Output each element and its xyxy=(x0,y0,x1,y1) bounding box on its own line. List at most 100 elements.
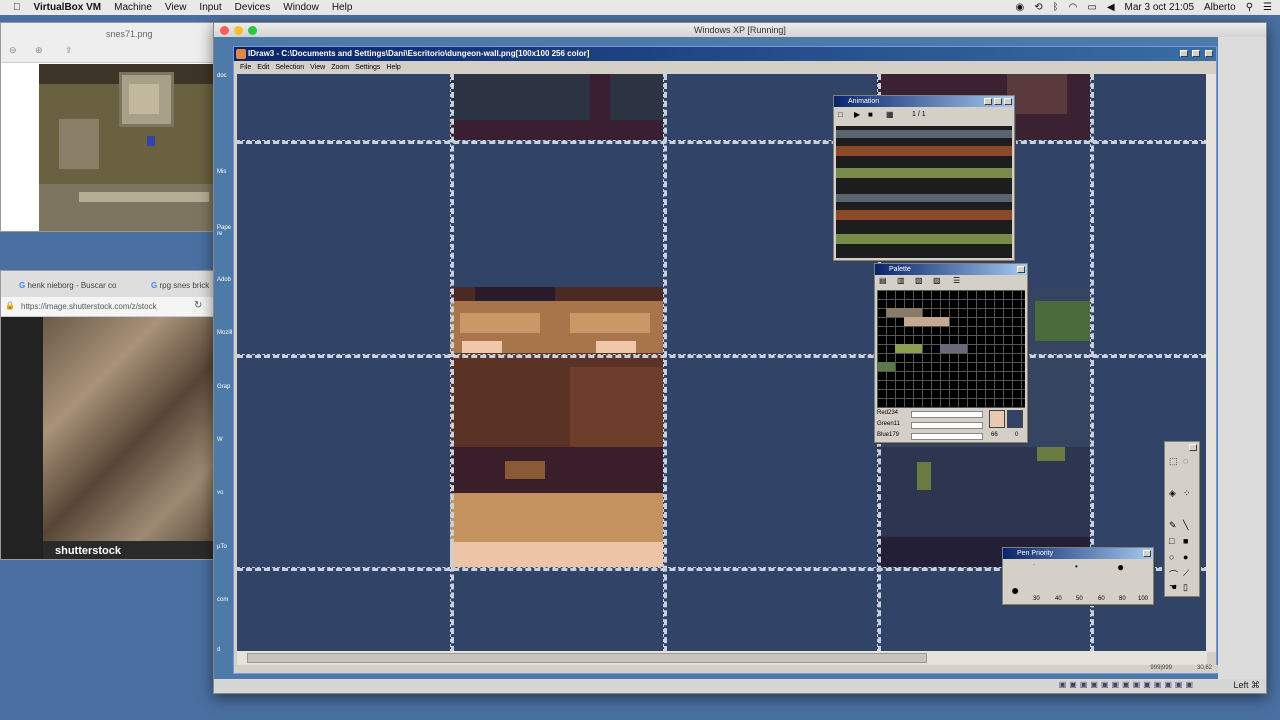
pause-icon[interactable]: ■ xyxy=(868,110,873,119)
menu-help[interactable]: Help xyxy=(332,2,353,13)
desktop-icon[interactable]: doc xyxy=(217,73,227,79)
blue-slider[interactable] xyxy=(911,433,983,440)
select-tool-icon[interactable]: ⬚ xyxy=(1169,456,1178,467)
preview-window[interactable]: snes71.png ⊖ ⊕ ⇪ xyxy=(0,22,214,232)
menu-input[interactable]: Input xyxy=(199,2,221,13)
palette-grid[interactable] xyxy=(877,290,1025,408)
idraw-window[interactable]: IDraw3 - C:\Documents and Settings\Dani\… xyxy=(233,46,1218,674)
lasso-tool-icon[interactable]: ◌ xyxy=(1183,456,1188,466)
pencil-tool-icon[interactable]: ✎ xyxy=(1169,520,1177,531)
menu-help[interactable]: Help xyxy=(386,64,400,71)
fill-tool-icon[interactable]: ◈ xyxy=(1169,488,1176,499)
search-icon[interactable]: ⚲ xyxy=(1246,2,1253,13)
wifi-icon[interactable]: ◠ xyxy=(1069,2,1078,13)
bg-color-swatch[interactable] xyxy=(1007,410,1023,428)
list-icon[interactable]: ☰ xyxy=(953,276,960,285)
zoom-icon[interactable] xyxy=(248,26,257,35)
volume-icon[interactable]: ◀ xyxy=(1107,2,1115,13)
close-icon[interactable] xyxy=(1143,550,1151,557)
user-name[interactable]: Alberto xyxy=(1204,2,1236,13)
pen-size-2[interactable]: • xyxy=(1075,562,1078,571)
clock[interactable]: Mar 3 oct 21:05 xyxy=(1125,2,1194,13)
palette-tool-icon[interactable]: ▨ xyxy=(933,276,941,285)
airplay-icon[interactable]: ▭ xyxy=(1087,2,1096,13)
rect-tool-icon[interactable]: □ xyxy=(1169,536,1174,546)
virtualbox-window[interactable]: Windows XP [Running] doc Mis Pape re Ado… xyxy=(213,22,1267,694)
record-icon[interactable]: ◉ xyxy=(1016,2,1025,13)
desktop-icon[interactable]: Mozill xyxy=(217,330,232,336)
pen-size-label: 100 xyxy=(1138,596,1149,602)
curve-tool-icon[interactable]: ⌒ xyxy=(1169,568,1178,581)
pen-size-big[interactable]: ● xyxy=(1011,582,1019,598)
maximize-icon[interactable] xyxy=(994,98,1002,105)
stop-icon[interactable]: □ xyxy=(838,110,843,119)
menu-file[interactable]: File xyxy=(240,64,251,71)
menu-settings[interactable]: Settings xyxy=(355,64,380,71)
scroll-thumb[interactable] xyxy=(247,653,927,663)
palette-tool-icon[interactable]: ▧ xyxy=(915,276,923,285)
red-slider[interactable] xyxy=(911,411,983,418)
palette-tool-icon[interactable]: ▤ xyxy=(879,276,887,285)
desktop-icon[interactable]: d xyxy=(217,647,220,653)
menu-edit[interactable]: Edit xyxy=(257,64,269,71)
browser-window[interactable]: G henk nieborg - Buscar co G rpg snes br… xyxy=(0,270,214,560)
desktop-icon[interactable]: µTo xyxy=(217,544,227,550)
menu-selection[interactable]: Selection xyxy=(275,64,304,71)
menu-zoom[interactable]: Zoom xyxy=(331,64,349,71)
desktop-icon[interactable]: Grap xyxy=(217,384,230,390)
line-tool-icon[interactable]: ╲ xyxy=(1183,520,1188,531)
list-icon[interactable]: ☰ xyxy=(1263,2,1272,13)
hand-tool-icon[interactable]: ☚ xyxy=(1169,582,1177,593)
share-icon[interactable]: ⇪ xyxy=(65,45,73,56)
grid-icon[interactable]: ▦ xyxy=(886,110,894,119)
pen-size-1[interactable]: · xyxy=(1033,562,1035,568)
animation-window[interactable]: Animation □ ▶ ■ ▦ 1 / 1 xyxy=(833,95,1015,261)
spray-tool-icon[interactable]: ⁘ xyxy=(1183,488,1191,499)
play-icon[interactable]: ▶ xyxy=(854,110,860,119)
close-icon[interactable] xyxy=(1205,50,1213,57)
browser-tab-1[interactable]: G henk nieborg - Buscar co xyxy=(19,277,139,295)
close-icon[interactable] xyxy=(1004,98,1012,105)
zoom-out-icon[interactable]: ⊖ xyxy=(9,45,17,56)
menu-devices[interactable]: Devices xyxy=(235,2,271,13)
desktop-icon[interactable]: W xyxy=(217,437,223,443)
idraw-app-icon xyxy=(236,49,246,59)
url-field[interactable]: https://image.shutterstock.com/z/stock xyxy=(21,302,157,311)
desktop-icon[interactable]: vo xyxy=(217,490,223,496)
close-icon[interactable] xyxy=(1017,266,1025,273)
bluetooth-icon[interactable]: ᛒ xyxy=(1053,2,1059,13)
menu-view[interactable]: View xyxy=(310,64,325,71)
menu-view[interactable]: View xyxy=(165,2,187,13)
maximize-icon[interactable] xyxy=(1192,50,1200,57)
zoom-in-icon[interactable]: ⊕ xyxy=(35,45,43,56)
filled-ellipse-tool-icon[interactable]: ● xyxy=(1183,552,1188,562)
pen-priority-window[interactable]: Pen Priority · • ● ● 30 40 50 60 80 100 xyxy=(1002,547,1154,605)
close-icon[interactable] xyxy=(1189,444,1197,451)
green-slider[interactable] xyxy=(911,422,983,429)
palette-tool-icon[interactable]: ▥ xyxy=(897,276,905,285)
minimize-icon[interactable] xyxy=(234,26,243,35)
filled-rect-tool-icon[interactable]: ■ xyxy=(1183,536,1188,546)
vertical-scrollbar[interactable] xyxy=(1206,74,1216,652)
tools-window[interactable]: ⬚ ◌ ◈ ⁘ ✎ ╲ □ ■ ○ ● ⌒ ⟋ ☚ ▯ xyxy=(1164,441,1200,597)
pen-size-3[interactable]: ● xyxy=(1117,560,1124,574)
desktop-icon[interactable]: com xyxy=(217,597,228,603)
menu-app[interactable]: VirtualBox VM xyxy=(34,2,102,13)
desktop-icon[interactable]: Adob xyxy=(217,277,231,283)
fg-color-swatch[interactable] xyxy=(989,410,1005,428)
browser-tab-2[interactable]: G rpg snes brick xyxy=(151,277,213,295)
apple-icon[interactable]:  xyxy=(13,2,21,13)
desktop-icon[interactable]: Mis xyxy=(217,169,226,175)
time-machine-icon[interactable]: ⟲ xyxy=(1034,2,1042,13)
palette-window[interactable]: Palette ▤ ▥ ▧ ▨ ☰ Red234 Green11 Blue179… xyxy=(874,263,1028,443)
close-icon[interactable] xyxy=(220,26,229,35)
menu-window[interactable]: Window xyxy=(283,2,319,13)
minimize-icon[interactable] xyxy=(984,98,992,105)
ellipse-tool-icon[interactable]: ○ xyxy=(1169,552,1174,562)
eraser-tool-icon[interactable]: ▯ xyxy=(1183,582,1188,593)
minimize-icon[interactable] xyxy=(1180,50,1188,57)
menu-machine[interactable]: Machine xyxy=(114,2,152,13)
horizontal-scrollbar[interactable] xyxy=(237,651,1207,665)
reload-icon[interactable]: ↻ xyxy=(194,300,202,311)
eyedropper-tool-icon[interactable]: ⟋ xyxy=(1183,568,1189,579)
